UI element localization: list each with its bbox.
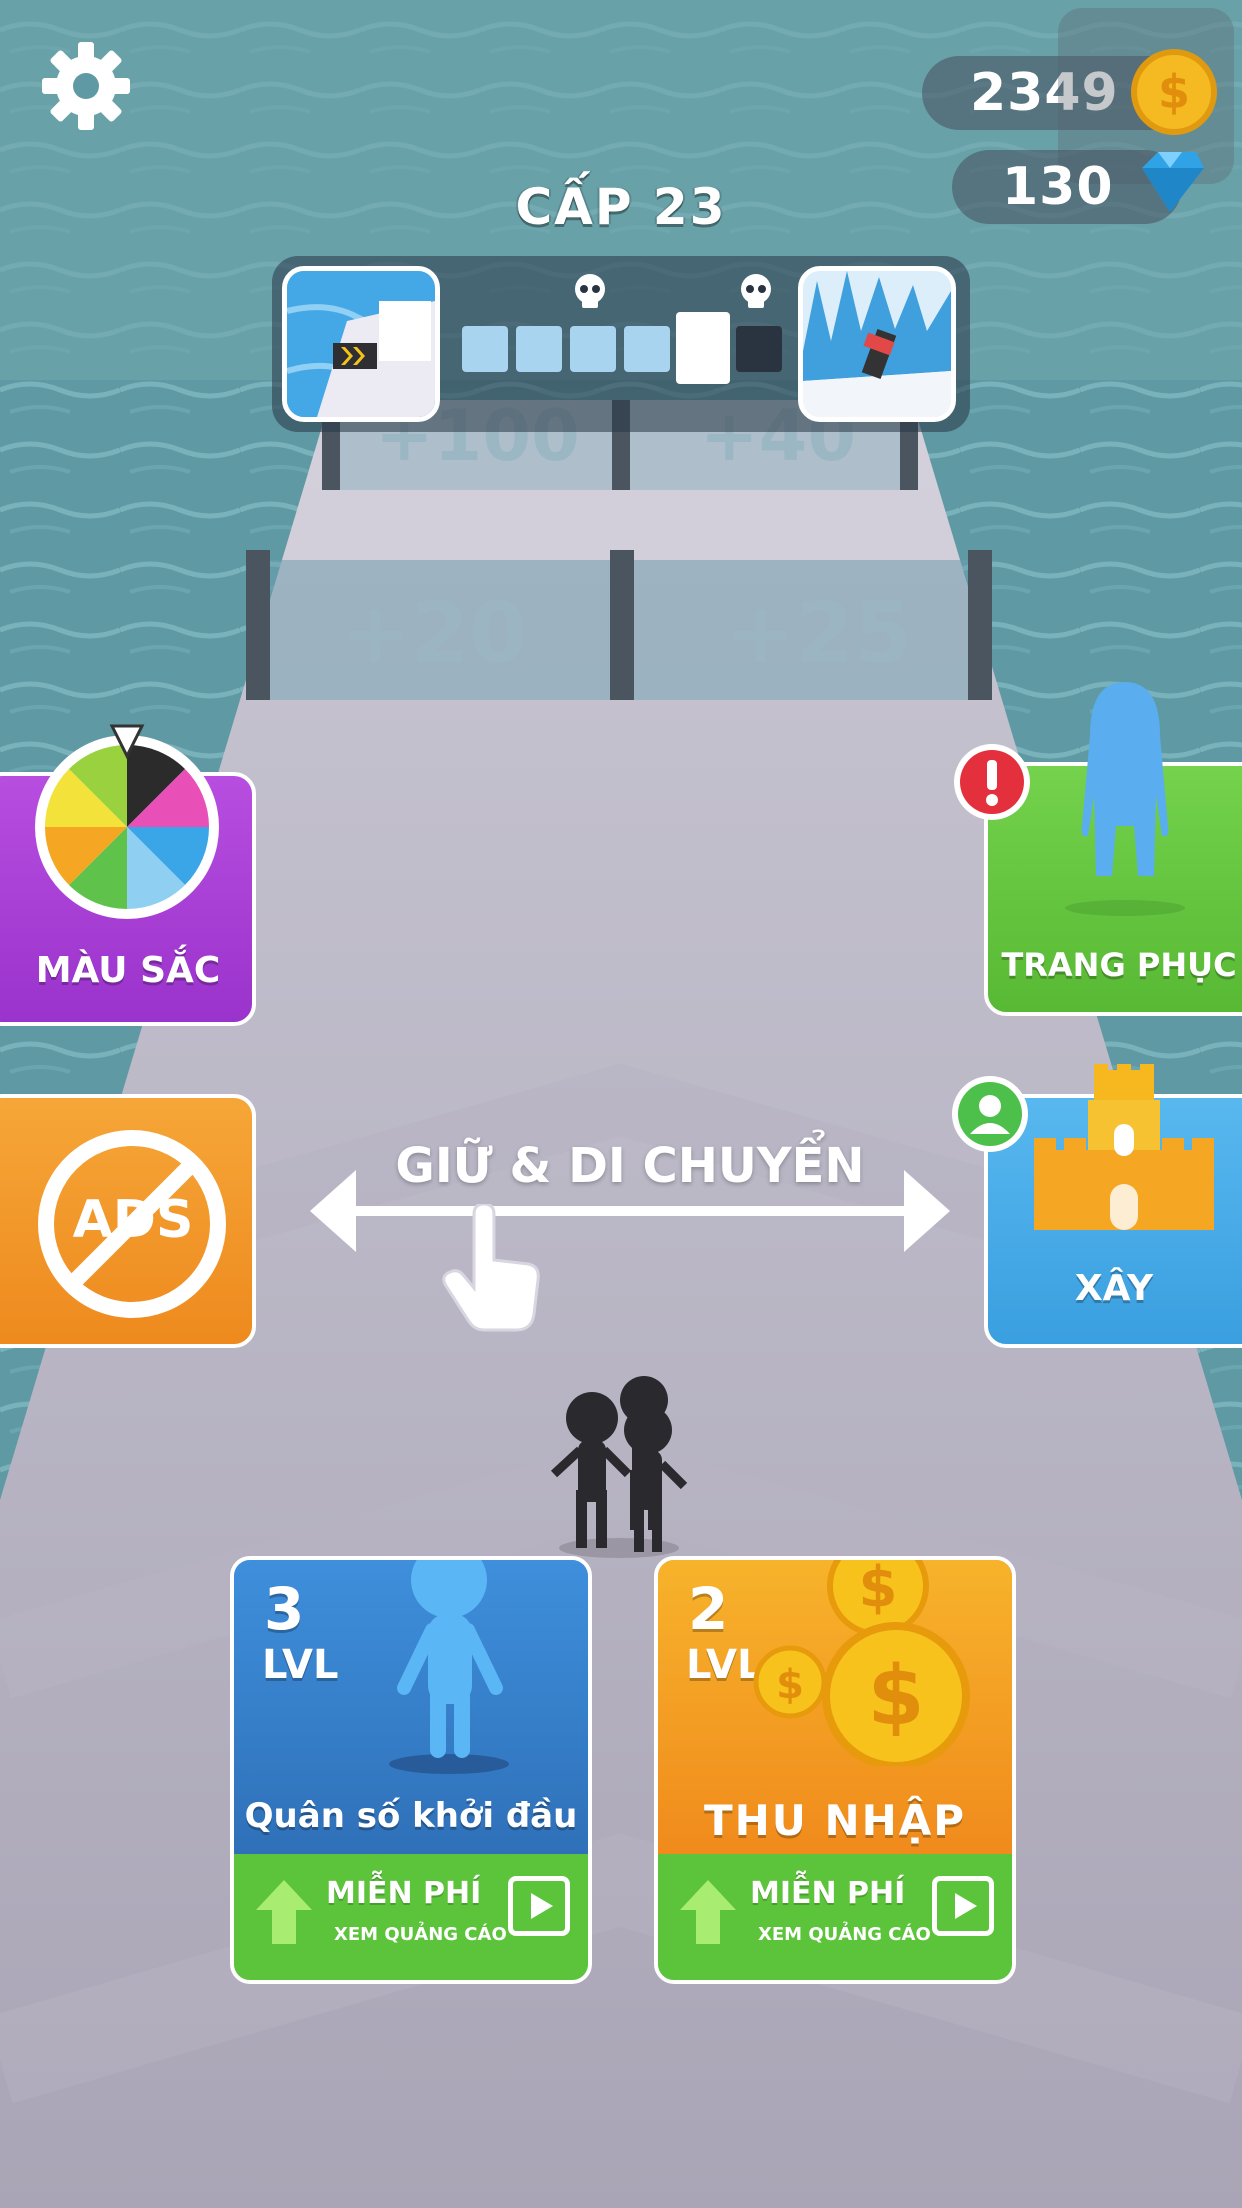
upgrade-income-panel: 2 LVL $ $ $ THU NHẬP xyxy=(658,1560,1012,1858)
profile-badge-icon xyxy=(952,1076,1028,1152)
upgrade-income-ad-label: XEM QUẢNG CÁO xyxy=(758,1924,931,1945)
svg-text:$: $ xyxy=(859,1556,898,1620)
upgrade-income-free-label: MIỄN PHÍ xyxy=(750,1876,906,1911)
color-wheel-icon xyxy=(35,724,219,919)
upgrade-crowd-title: Quân số khởi đầu xyxy=(244,1796,578,1836)
svg-text:$: $ xyxy=(867,1649,924,1744)
upgrade-income-card[interactable]: 2 LVL $ $ $ THU NHẬP MIỄN PHÍ XEM QUẢNG … xyxy=(654,1556,1016,1984)
upgrade-income-level: 2 xyxy=(688,1575,729,1643)
upgrade-crowd-ad-label: XEM QUẢNG CÁO xyxy=(334,1924,507,1945)
upgrade-crowd-card[interactable]: 3 LVL Quân số khởi đầu MIỄN PHÍ XEM QUẢN… xyxy=(230,1556,592,1984)
progress-segment-current xyxy=(676,312,730,384)
coins-stack-icon: $ $ $ xyxy=(753,1556,970,1766)
play-video-icon xyxy=(932,1876,994,1936)
progress-segment xyxy=(516,326,562,372)
upgrade-income-title: THU NHẬP xyxy=(703,1796,967,1845)
upgrade-crowd-panel: 3 LVL Quân số khởi đầu xyxy=(234,1560,588,1858)
no-ads-button[interactable]: ADS xyxy=(0,1094,256,1348)
outfit-label: TRANG PHỤC xyxy=(1001,946,1237,984)
progress-segment xyxy=(570,326,616,372)
gate-left-label: +20 xyxy=(340,584,528,682)
skull-icon xyxy=(741,274,771,308)
upgrade-crowd-level: 3 xyxy=(264,1575,305,1643)
castle-icon xyxy=(1034,1064,1214,1230)
outfit-character-icon xyxy=(1065,682,1185,916)
hand-pointer-icon xyxy=(442,1204,540,1332)
no-ads-text: ADS xyxy=(72,1190,194,1250)
build-label: XÂY xyxy=(1074,1268,1154,1309)
progress-segment xyxy=(462,326,508,372)
play-video-icon xyxy=(508,1876,570,1936)
level-title: CẤP 23 xyxy=(515,178,727,236)
upgrade-crowd-free-button[interactable]: MIỄN PHÍ XEM QUẢNG CÁO xyxy=(234,1854,588,1980)
upgrade-income-free-button[interactable]: MIỄN PHÍ XEM QUẢNG CÁO xyxy=(658,1854,1012,1980)
colors-label: MÀU SẮC xyxy=(35,950,221,991)
up-arrow-icon xyxy=(256,1880,312,1944)
settings-button[interactable] xyxy=(38,38,134,134)
up-arrow-icon xyxy=(680,1880,736,1944)
upgrade-crowd-free-label: MIỄN PHÍ xyxy=(326,1876,482,1911)
progress-segment-boss xyxy=(736,326,782,372)
svg-text:$: $ xyxy=(1158,65,1190,119)
swipe-arrow-icon xyxy=(310,1170,950,1252)
progress-segment xyxy=(624,326,670,372)
svg-text:$: $ xyxy=(776,1662,804,1708)
boss-level-thumbnail xyxy=(798,266,956,422)
level-progress-panel xyxy=(272,256,970,432)
gear-icon xyxy=(42,42,130,130)
upgrade-crowd-level-unit: LVL xyxy=(262,1642,339,1688)
skull-icon xyxy=(575,274,605,308)
stickman-icon xyxy=(389,1560,509,1774)
gate-right-label: +25 xyxy=(725,584,913,682)
alert-badge-icon xyxy=(954,744,1030,820)
player-crowd xyxy=(550,1376,688,1558)
current-level-thumbnail xyxy=(282,266,440,422)
